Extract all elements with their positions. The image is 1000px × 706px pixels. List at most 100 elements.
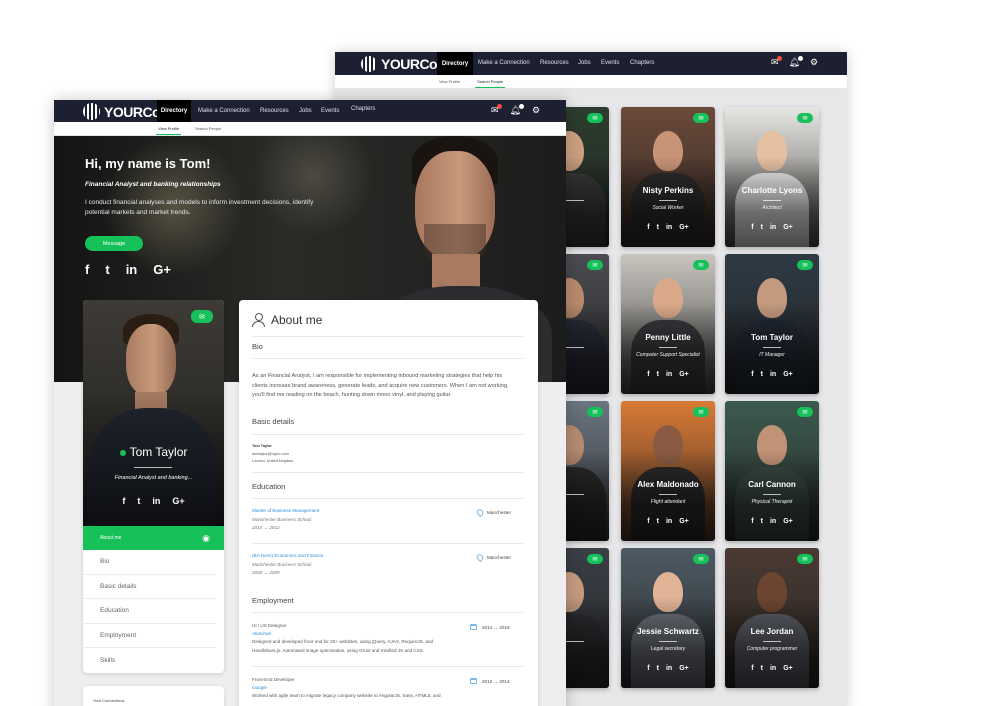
nav-make-connection[interactable]: Make a Connection <box>478 60 530 66</box>
job-company[interactable]: Aluminati <box>252 631 271 636</box>
linkedin-icon[interactable]: in <box>770 665 776 672</box>
person-card[interactable]: ✉ Penny Little Computer Support Specialist… <box>621 254 715 394</box>
education-degree[interactable]: Master of Business Management <box>252 508 319 513</box>
facebook-icon[interactable]: f <box>647 224 649 231</box>
twitter-icon[interactable]: t <box>657 518 659 525</box>
mail-icon[interactable]: ✉ <box>491 104 502 115</box>
nav-make-connection[interactable]: Make a Connection <box>198 108 250 114</box>
person-card[interactable]: ✉ Charlotte Lyons Architect f t in G+ <box>725 107 819 247</box>
message-icon[interactable]: ✉ <box>797 113 813 123</box>
linkedin-icon[interactable]: in <box>126 262 138 277</box>
subnav-search-people[interactable]: Search People <box>474 79 506 88</box>
message-icon[interactable]: ✉ <box>587 260 603 270</box>
message-icon[interactable]: ✉ <box>587 554 603 564</box>
nav-events[interactable]: Events <box>601 60 619 66</box>
linkedin-icon[interactable]: in <box>152 496 160 506</box>
google-plus-icon[interactable]: G+ <box>783 371 793 378</box>
nav-resources[interactable]: Resources <box>540 60 569 66</box>
person-card[interactable]: ✉ Jessie Schwartz Legal secretary f t in G+ <box>621 548 715 688</box>
message-icon[interactable]: ✉ <box>797 554 813 564</box>
nav-directory[interactable]: Directory <box>437 52 473 75</box>
brand-logo[interactable]: YOURCo <box>361 56 438 72</box>
twitter-icon[interactable]: t <box>657 665 659 672</box>
linkedin-icon[interactable]: in <box>666 371 672 378</box>
facebook-icon[interactable]: f <box>751 224 753 231</box>
linkedin-icon[interactable]: in <box>770 371 776 378</box>
google-plus-icon[interactable]: G+ <box>679 665 689 672</box>
google-plus-icon[interactable]: G+ <box>783 665 793 672</box>
nav-chapters[interactable]: Chapters <box>351 106 375 112</box>
nav-chapters[interactable]: Chapters <box>630 60 654 66</box>
menu-employment[interactable]: Employment <box>83 624 216 648</box>
menu-skills[interactable]: Skills <box>83 648 216 673</box>
brand-logo[interactable]: YOURCo <box>83 103 161 120</box>
person-card[interactable]: ✉ Tom Taylor IT Manager f t in G+ <box>725 254 819 394</box>
message-icon[interactable]: ✉ <box>693 554 709 564</box>
google-plus-icon[interactable]: G+ <box>783 518 793 525</box>
google-plus-icon[interactable]: G+ <box>679 371 689 378</box>
gear-icon[interactable]: ⚙ <box>532 106 540 115</box>
twitter-icon[interactable]: t <box>761 665 763 672</box>
twitter-icon[interactable]: t <box>657 224 659 231</box>
linkedin-icon[interactable]: in <box>770 518 776 525</box>
twitter-icon[interactable]: t <box>761 371 763 378</box>
eye-icon[interactable]: ◉ <box>202 533 210 544</box>
subnav-view-profile[interactable]: View Profile <box>155 126 182 135</box>
facebook-icon[interactable]: f <box>751 371 753 378</box>
mail-icon[interactable]: ✉ <box>771 56 782 67</box>
menu-about-me[interactable]: About me ◉ <box>83 526 224 550</box>
bell-icon[interactable]: 🔔︎ <box>510 104 524 115</box>
facebook-icon[interactable]: f <box>647 518 649 525</box>
message-icon[interactable]: ✉ <box>693 260 709 270</box>
google-plus-icon[interactable]: G+ <box>783 224 793 231</box>
facebook-icon[interactable]: f <box>751 518 753 525</box>
bell-icon[interactable]: 🔔︎ <box>789 56 803 67</box>
menu-education[interactable]: Education <box>83 599 216 624</box>
message-icon[interactable]: ✉ <box>693 113 709 123</box>
subnav-search-people[interactable]: Search People <box>195 126 221 131</box>
google-plus-icon[interactable]: G+ <box>679 224 689 231</box>
person-card[interactable]: ✉ Carl Cannon Physical Therapist f t in G+ <box>725 401 819 541</box>
facebook-icon[interactable]: f <box>122 496 125 506</box>
google-plus-icon[interactable]: G+ <box>172 496 184 506</box>
nav-jobs[interactable]: Jobs <box>299 108 312 114</box>
person-card[interactable]: ✉ Alex Maldonado Flight attendant f t in G+ <box>621 401 715 541</box>
twitter-icon[interactable]: t <box>105 262 109 277</box>
linkedin-icon[interactable]: in <box>666 665 672 672</box>
nav-resources[interactable]: Resources <box>260 108 289 114</box>
person-social-links: f t in G+ <box>621 224 715 231</box>
nav-jobs[interactable]: Jobs <box>578 60 591 66</box>
twitter-icon[interactable]: t <box>657 371 659 378</box>
message-icon[interactable]: ✉ <box>797 260 813 270</box>
nav-events[interactable]: Events <box>321 108 339 114</box>
google-plus-icon[interactable]: G+ <box>679 518 689 525</box>
message-icon[interactable]: ✉ <box>693 407 709 417</box>
message-button[interactable]: Message <box>85 236 143 251</box>
facebook-icon[interactable]: f <box>85 262 89 277</box>
job-company[interactable]: Google <box>252 685 267 690</box>
twitter-icon[interactable]: t <box>761 518 763 525</box>
subnav-view-profile[interactable]: View Profile <box>439 79 460 84</box>
message-icon[interactable]: ✉ <box>797 407 813 417</box>
person-card[interactable]: ✉ Nisty Perkins Social Worker f t in G+ <box>621 107 715 247</box>
facebook-icon[interactable]: f <box>647 665 649 672</box>
linkedin-icon[interactable]: in <box>666 518 672 525</box>
message-icon[interactable]: ✉ <box>587 407 603 417</box>
linkedin-icon[interactable]: in <box>770 224 776 231</box>
google-plus-icon[interactable]: G+ <box>153 262 171 277</box>
twitter-icon[interactable]: t <box>761 224 763 231</box>
facebook-icon[interactable]: f <box>751 665 753 672</box>
menu-bio[interactable]: Bio <box>83 550 216 575</box>
linkedin-icon[interactable]: in <box>666 224 672 231</box>
person-card[interactable]: ✉ Lee Jordan Computer programmer f t in G+ <box>725 548 819 688</box>
menu-basic-details[interactable]: Basic details <box>83 575 216 599</box>
pin-icon <box>475 552 485 563</box>
twitter-icon[interactable]: t <box>137 496 140 506</box>
divider <box>659 494 677 495</box>
education-degree[interactable]: (BA Hons) Economics and Finance <box>252 553 323 558</box>
facebook-icon[interactable]: f <box>647 371 649 378</box>
nav-directory[interactable]: Directory <box>157 100 191 122</box>
message-icon[interactable]: ✉ <box>587 113 603 123</box>
message-icon[interactable]: ✉ <box>191 310 213 323</box>
gear-icon[interactable]: ⚙ <box>810 58 818 67</box>
